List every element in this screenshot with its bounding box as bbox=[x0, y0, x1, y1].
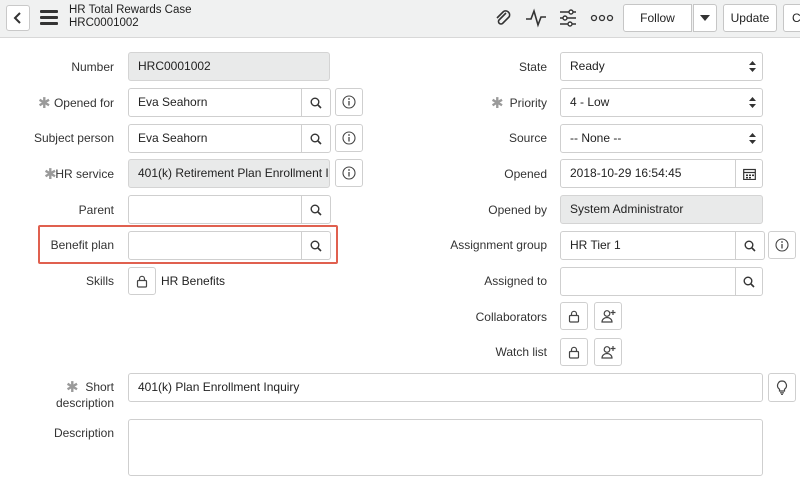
benefit-plan-lookup-button[interactable] bbox=[301, 231, 331, 260]
opened-by-label: Opened by bbox=[488, 203, 547, 217]
opened-label: Opened bbox=[504, 167, 547, 181]
hr-service-info-button[interactable] bbox=[335, 159, 363, 187]
number-field: HRC0001002 bbox=[128, 52, 330, 81]
watch-list-label: Watch list bbox=[495, 345, 547, 359]
paperclip-icon[interactable] bbox=[493, 8, 513, 28]
state-value: Ready bbox=[570, 59, 605, 73]
short-description-input[interactable]: 401(k) Plan Enrollment Inquiry bbox=[128, 373, 763, 402]
short-description-label-line1: Short bbox=[85, 380, 114, 394]
info-icon bbox=[342, 166, 356, 180]
select-arrows-icon bbox=[749, 97, 756, 108]
follow-label: Follow bbox=[640, 11, 675, 25]
assigned-to-label: Assigned to bbox=[484, 274, 547, 288]
search-icon bbox=[310, 133, 322, 145]
opened-for-lookup-button[interactable] bbox=[301, 88, 331, 117]
personalize-form-icon[interactable] bbox=[558, 8, 578, 28]
form-header: HR Total Rewards Case HRC0001002 Follow … bbox=[0, 0, 800, 38]
short-description-label-line2: description bbox=[55, 396, 114, 410]
back-button[interactable] bbox=[6, 5, 30, 31]
opened-input[interactable]: 2018-10-29 16:54:45 bbox=[560, 159, 736, 188]
suggestion-lightbulb-button[interactable] bbox=[768, 373, 796, 402]
lock-icon bbox=[568, 346, 580, 359]
search-icon bbox=[743, 276, 755, 288]
subject-person-info-button[interactable] bbox=[335, 124, 363, 152]
add-user-icon bbox=[600, 346, 615, 359]
assigned-to-input[interactable] bbox=[560, 267, 736, 296]
priority-label: Priority bbox=[509, 96, 547, 110]
info-icon bbox=[342, 95, 356, 109]
follow-dropdown-button[interactable] bbox=[693, 4, 717, 32]
info-icon bbox=[775, 238, 789, 252]
update-button[interactable]: Update bbox=[723, 4, 777, 32]
state-label: State bbox=[518, 60, 547, 74]
opened-for-label: Opened for bbox=[53, 96, 114, 110]
opened-for-input[interactable]: Eva Seahorn bbox=[128, 88, 302, 117]
cut-off-label: C bbox=[792, 11, 800, 25]
lock-icon bbox=[568, 310, 580, 323]
opened-for-info-button[interactable] bbox=[335, 88, 363, 116]
subject-person-input[interactable]: Eva Seahorn bbox=[128, 124, 302, 153]
assignment-group-input[interactable]: HR Tier 1 bbox=[560, 231, 736, 260]
description-textarea[interactable] bbox=[128, 419, 763, 476]
search-icon bbox=[744, 240, 756, 252]
record-table-name: HR Total Rewards Case bbox=[69, 4, 192, 16]
watch-list-unlock-button[interactable] bbox=[560, 338, 588, 366]
caret-down-icon bbox=[700, 15, 710, 21]
number-label: Number bbox=[71, 60, 114, 74]
search-icon bbox=[310, 204, 322, 216]
hr-service-field: 401(k) Retirement Plan Enrollment Inq bbox=[128, 159, 330, 188]
calendar-icon bbox=[742, 168, 756, 180]
priority-select[interactable]: 4 - Low bbox=[560, 88, 763, 117]
assignment-group-label: Assignment group bbox=[450, 238, 547, 252]
skills-unlock-button[interactable] bbox=[128, 267, 156, 295]
collaborators-add-me-button[interactable] bbox=[594, 302, 622, 330]
hamburger-menu-icon[interactable] bbox=[40, 10, 58, 26]
assigned-to-lookup-button[interactable] bbox=[735, 267, 763, 296]
add-user-icon bbox=[600, 310, 615, 323]
select-arrows-icon bbox=[749, 133, 756, 144]
search-icon bbox=[310, 97, 322, 109]
hr-service-label: HR service bbox=[55, 167, 114, 181]
record-title: HR Total Rewards Case HRC0001002 bbox=[69, 4, 192, 30]
parent-lookup-button[interactable] bbox=[301, 195, 331, 224]
activity-stream-icon[interactable] bbox=[525, 8, 547, 28]
opened-calendar-button[interactable] bbox=[735, 159, 763, 188]
parent-input[interactable] bbox=[128, 195, 302, 224]
subject-person-label: Subject person bbox=[33, 131, 114, 145]
info-icon bbox=[342, 131, 356, 145]
assignment-group-lookup-button[interactable] bbox=[735, 231, 765, 260]
lock-icon bbox=[136, 275, 148, 288]
benefit-plan-input[interactable] bbox=[128, 231, 302, 260]
search-icon bbox=[310, 240, 322, 252]
update-label: Update bbox=[730, 11, 770, 25]
source-value: -- None -- bbox=[570, 131, 622, 145]
lightbulb-icon bbox=[776, 380, 788, 395]
priority-value: 4 - Low bbox=[570, 95, 610, 109]
skills-value: HR Benefits bbox=[161, 274, 226, 288]
collaborators-label: Collaborators bbox=[475, 310, 547, 324]
state-select[interactable]: Ready bbox=[560, 52, 763, 81]
more-options-icon[interactable] bbox=[590, 10, 614, 26]
skills-label: Skills bbox=[85, 274, 114, 288]
cut-off-button[interactable]: C bbox=[783, 4, 800, 32]
collaborators-unlock-button[interactable] bbox=[560, 302, 588, 330]
select-arrows-icon bbox=[749, 61, 756, 72]
subject-person-lookup-button[interactable] bbox=[301, 124, 331, 153]
parent-label: Parent bbox=[78, 203, 114, 217]
watch-list-add-me-button[interactable] bbox=[594, 338, 622, 366]
source-label: Source bbox=[508, 131, 547, 145]
follow-button[interactable]: Follow bbox=[623, 4, 692, 32]
benefit-plan-label: Benefit plan bbox=[50, 238, 114, 252]
chevron-left-icon bbox=[13, 12, 21, 24]
record-number: HRC0001002 bbox=[69, 17, 139, 29]
assignment-group-info-button[interactable] bbox=[768, 231, 796, 259]
description-label: Description bbox=[53, 426, 114, 440]
source-select[interactable]: -- None -- bbox=[560, 124, 763, 153]
opened-by-field: System Administrator bbox=[560, 195, 763, 224]
